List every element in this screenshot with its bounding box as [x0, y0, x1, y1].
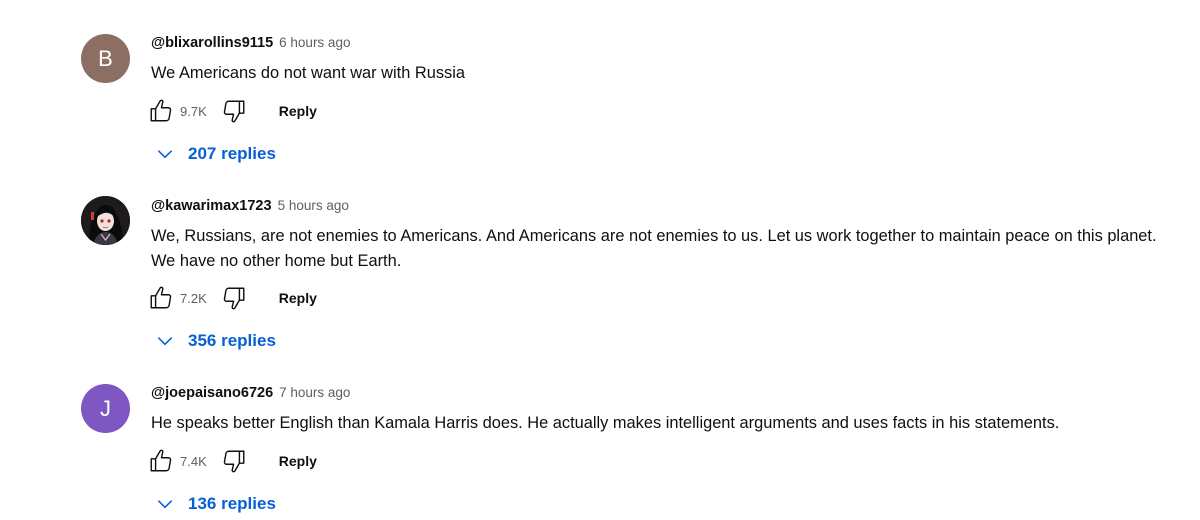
avatar[interactable]: B	[81, 34, 130, 83]
replies-count-label: 136 replies	[188, 494, 276, 513]
author-name[interactable]: @kawarimax1723	[151, 198, 272, 214]
avatar[interactable]: J	[81, 384, 130, 433]
thumbs-down-icon	[223, 100, 245, 123]
comment-text: We Americans do not want war with Russia	[151, 64, 465, 82]
view-replies-button[interactable]: 356 replies	[153, 325, 276, 357]
chevron-down-icon	[153, 492, 177, 516]
comment-actions: 9.7K Reply	[147, 97, 317, 125]
chevron-down-icon	[153, 142, 177, 166]
reply-button[interactable]: Reply	[279, 103, 317, 119]
thumbs-down-icon	[223, 287, 245, 310]
like-button[interactable]	[147, 284, 175, 312]
reply-button[interactable]: Reply	[279, 290, 317, 306]
dislike-button[interactable]	[220, 97, 248, 125]
view-replies-button[interactable]: 207 replies	[153, 138, 276, 170]
like-count: 7.2K	[180, 290, 207, 306]
thumbs-up-icon	[150, 286, 172, 309]
thumbs-up-icon	[150, 449, 172, 472]
comment-actions: 7.2K Reply	[147, 284, 317, 312]
timestamp[interactable]: 7 hours ago	[279, 385, 350, 400]
replies-count-label: 356 replies	[188, 331, 276, 350]
dislike-button[interactable]	[220, 447, 248, 475]
like-button[interactable]	[147, 447, 175, 475]
comment-header: @blixarollins9115 6 hours ago	[151, 35, 350, 51]
like-count: 9.7K	[180, 103, 207, 119]
thumbs-down-icon	[223, 450, 245, 473]
thumbs-up-icon	[150, 99, 172, 122]
reply-button[interactable]: Reply	[279, 453, 317, 469]
timestamp[interactable]: 5 hours ago	[278, 198, 349, 213]
anime-portrait-image	[81, 196, 130, 245]
like-count: 7.4K	[180, 453, 207, 469]
avatar[interactable]	[81, 196, 130, 245]
comment-header: @kawarimax1723 5 hours ago	[151, 198, 349, 214]
dislike-button[interactable]	[220, 284, 248, 312]
comment-header: @joepaisano6726 7 hours ago	[151, 385, 350, 401]
comment-text: He speaks better English than Kamala Har…	[151, 414, 1060, 432]
comment-actions: 7.4K Reply	[147, 447, 317, 475]
replies-count-label: 207 replies	[188, 144, 276, 163]
chevron-down-icon	[153, 329, 177, 353]
author-name[interactable]: @blixarollins9115	[151, 35, 273, 51]
author-name[interactable]: @joepaisano6726	[151, 385, 273, 401]
view-replies-button[interactable]: 136 replies	[153, 488, 276, 520]
comment-text: We, Russians, are not enemies to America…	[151, 227, 1157, 270]
like-button[interactable]	[147, 97, 175, 125]
timestamp[interactable]: 6 hours ago	[279, 35, 350, 50]
